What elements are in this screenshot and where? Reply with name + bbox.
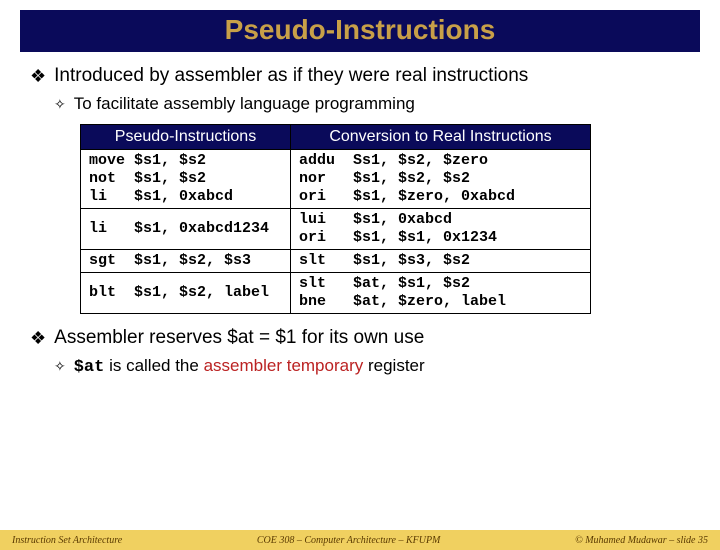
- real-cell: lui $s1, 0xabcd ori $s1, $s1, 0x1234: [291, 209, 591, 250]
- diamond-icon: ❖: [30, 326, 46, 350]
- diamond-icon: ✧: [54, 94, 66, 114]
- real-cell: slt $s1, $s3, $s2: [291, 250, 591, 273]
- diamond-icon: ✧: [54, 356, 66, 376]
- instruction-table: Pseudo-Instructions Conversion to Real I…: [80, 124, 591, 314]
- slide-content: ❖ Introduced by assembler as if they wer…: [0, 52, 720, 378]
- bullet-1: ❖ Introduced by assembler as if they wer…: [30, 64, 690, 88]
- bullet-1-sub: ✧ To facilitate assembly language progra…: [30, 94, 690, 114]
- pseudo-cell: sgt $s1, $s2, $s3: [81, 250, 291, 273]
- table-row: move $s1, $s2 not $s1, $s2 li $s1, 0xabc…: [81, 150, 591, 209]
- slide-title: Pseudo-Instructions: [225, 14, 496, 45]
- table-row: li $s1, 0xabcd1234 lui $s1, 0xabcd ori $…: [81, 209, 591, 250]
- th-pseudo: Pseudo-Instructions: [81, 125, 291, 150]
- bullet-2: ❖ Assembler reserves $at = $1 for its ow…: [30, 326, 690, 350]
- footer-center: COE 308 – Computer Architecture – KFUPM: [257, 535, 441, 546]
- bullet-1-sub-text: To facilitate assembly language programm…: [74, 94, 415, 114]
- table-row: blt $s1, $s2, label slt $at, $s1, $s2 bn…: [81, 273, 591, 314]
- slide-footer: Instruction Set Architecture COE 308 – C…: [0, 530, 720, 550]
- pseudo-cell: move $s1, $s2 not $s1, $s2 li $s1, 0xabc…: [81, 150, 291, 209]
- table-row: sgt $s1, $s2, $s3 slt $s1, $s3, $s2: [81, 250, 591, 273]
- footer-left: Instruction Set Architecture: [12, 535, 122, 546]
- pseudo-cell: blt $s1, $s2, label: [81, 273, 291, 314]
- bullet-2-text: Assembler reserves $at = $1 for its own …: [54, 326, 424, 350]
- pseudo-cell: li $s1, 0xabcd1234: [81, 209, 291, 250]
- bullet-1-text: Introduced by assembler as if they were …: [54, 64, 528, 88]
- real-cell: slt $at, $s1, $s2 bne $at, $zero, label: [291, 273, 591, 314]
- title-bar: Pseudo-Instructions: [20, 10, 700, 52]
- diamond-icon: ❖: [30, 64, 46, 88]
- bullet-2-sub-text: $at is called the assembler temporary re…: [74, 356, 425, 378]
- real-cell: addu Ss1, $s2, $zero nor $s1, $s2, $s2 o…: [291, 150, 591, 209]
- code-at: $at: [74, 358, 105, 377]
- bullet-2-sub: ✧ $at is called the assembler temporary …: [30, 356, 690, 378]
- th-real: Conversion to Real Instructions: [291, 125, 591, 150]
- footer-right: © Muhamed Mudawar – slide 35: [575, 535, 708, 546]
- highlight-term: assembler temporary: [204, 356, 364, 375]
